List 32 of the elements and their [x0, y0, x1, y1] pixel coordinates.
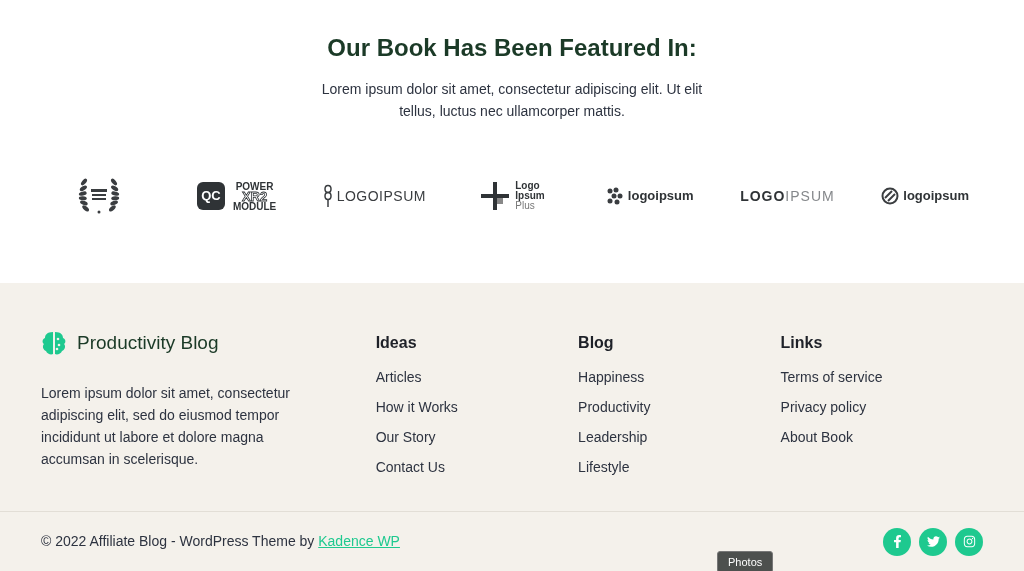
column-title: Ideas [375, 333, 418, 353]
logo: LOGOIPSUM [322, 184, 426, 208]
footer-link[interactable]: About Book [780, 429, 853, 445]
column-title: Blog [578, 333, 615, 353]
about-text: Lorem ipsum dolor sit amet, consectetur adipiscing elit, sed do eiusmod tempor incididunt ut labore et dolore magna accumsan in scelerisque. [41, 383, 291, 469]
brain-logo-icon [41, 330, 67, 357]
footer-link[interactable]: Leadership [578, 429, 648, 445]
footer-link[interactable]: How it Works [375, 399, 458, 415]
footer-link[interactable]: Lifestyle [578, 459, 630, 475]
logo: LOGOIPSUM [740, 186, 835, 206]
section-title: Our Book Has Been Featured In: [327, 33, 697, 63]
footer-link[interactable]: Privacy policy [780, 399, 867, 415]
logo: QC POWER XR2 MODULE [196, 181, 277, 211]
footer-link[interactable]: Articles [375, 369, 422, 385]
twitter-button[interactable] [919, 527, 947, 556]
instagram-button[interactable] [955, 527, 983, 556]
brand-name: Productivity Blog [77, 331, 219, 355]
footer-link[interactable]: Productivity [578, 399, 651, 415]
footer-link[interactable]: Terms of service [780, 369, 883, 385]
twitter-icon [926, 535, 940, 548]
tooltip: Photos [717, 551, 774, 571]
instagram-icon [962, 535, 976, 548]
copyright-text: © 2022 Affiliate Blog - WordPress Theme by Kadence WP [41, 532, 400, 551]
logo: logoipsum [605, 186, 694, 206]
footer-link[interactable]: Contact Us [375, 459, 445, 475]
logo: Logo Ipsum Plus [479, 180, 545, 212]
column-title: Links [780, 333, 824, 353]
section-text: Lorem ipsum dolor sit amet, consectetur adipiscing elit. Ut elit tellus, luctus nec ullamcorper mattis. [320, 80, 704, 121]
footer-link[interactable]: Our Story [375, 429, 436, 445]
facebook-button[interactable] [883, 527, 911, 556]
logo: logoipsum [881, 186, 969, 206]
footer-link[interactable]: Happiness [578, 369, 645, 385]
